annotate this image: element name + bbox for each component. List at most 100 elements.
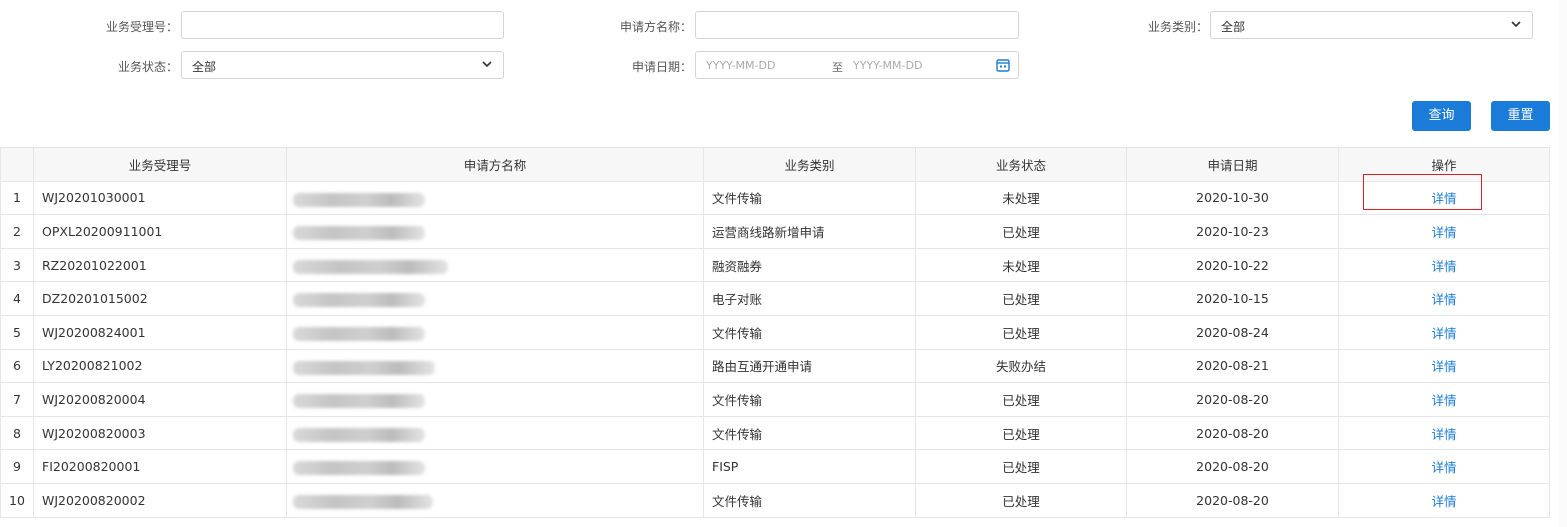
category-label: 业务类别：: [1147, 20, 1208, 34]
applicant-cell-redacted: [286, 482, 704, 518]
applicant-cell-redacted: [286, 214, 704, 249]
accept-no-input[interactable]: [181, 11, 504, 39]
date-range-separator: 至: [832, 61, 843, 74]
header-index: [0, 147, 34, 182]
status-cell: 未处理: [915, 180, 1127, 216]
table-row: 1 WJ20201030001 文件传输 未处理 2020-10-30 详情: [0, 180, 1550, 216]
redacted-blur: [293, 192, 425, 207]
category-cell: 运营商线路新增申请: [703, 214, 916, 249]
table-row: 3 RZ20201022001 融资融券 未处理 2020-10-22 详情: [0, 247, 1550, 283]
detail-link[interactable]: 详情: [1431, 292, 1456, 307]
detail-link[interactable]: 详情: [1431, 427, 1456, 442]
header-status: 业务状态: [915, 147, 1127, 182]
chevron-down-icon: [1511, 21, 1521, 28]
table-row: 5 WJ20200824001 文件传输 已处理 2020-08-24 详情: [0, 314, 1550, 350]
header-date: 申请日期: [1126, 147, 1339, 182]
date-cell: 2020-10-22: [1126, 247, 1339, 283]
date-cell: 2020-10-30: [1126, 180, 1339, 216]
category-cell: 文件传输: [703, 180, 916, 216]
redacted-blur: [293, 360, 435, 375]
query-button[interactable]: 查询: [1412, 101, 1471, 131]
accept-no-cell: FI20200820001: [33, 449, 287, 484]
detail-link[interactable]: 详情: [1431, 494, 1456, 509]
redacted-blur: [293, 494, 433, 509]
accept-no-cell: DZ20201015002: [33, 281, 287, 316]
action-cell: 详情: [1338, 247, 1550, 283]
accept-no-cell: WJ20200820003: [33, 415, 287, 451]
reset-button[interactable]: 重置: [1491, 101, 1550, 131]
table-header-row: 业务受理号 申请方名称 业务类别 业务状态 申请日期 操作: [0, 147, 1550, 182]
action-cell: 详情: [1338, 214, 1550, 249]
accept-no-cell: WJ20200820002: [33, 482, 287, 518]
header-action: 操作: [1338, 147, 1550, 182]
action-cell: 详情: [1338, 449, 1550, 484]
accept-no-label: 业务受理号：: [105, 20, 178, 34]
status-cell: 已处理: [915, 281, 1127, 316]
category-cell: 文件传输: [703, 415, 916, 451]
applicant-cell-redacted: [286, 348, 704, 384]
row-index: 4: [0, 281, 34, 316]
applicant-input[interactable]: [695, 11, 1019, 39]
applicant-cell-redacted: [286, 247, 704, 283]
date-end-input[interactable]: YYYY-MM-DD: [853, 59, 922, 72]
chevron-down-icon: [482, 61, 492, 68]
redacted-blur: [293, 259, 448, 274]
status-cell: 失败办结: [915, 348, 1127, 384]
row-index: 1: [0, 180, 34, 216]
category-cell: 文件传输: [703, 482, 916, 518]
applicant-label: 申请方名称：: [619, 20, 692, 34]
detail-link[interactable]: 详情: [1431, 359, 1456, 374]
date-cell: 2020-08-21: [1126, 348, 1339, 384]
calendar-icon[interactable]: [996, 58, 1010, 72]
table-row: 10 WJ20200820002 文件传输 已处理 2020-08-20 详情: [0, 482, 1550, 518]
date-start-input[interactable]: YYYY-MM-DD: [706, 59, 775, 72]
row-index: 3: [0, 247, 34, 283]
date-cell: 2020-08-20: [1126, 449, 1339, 484]
detail-link[interactable]: 详情: [1431, 191, 1456, 206]
accept-no-cell: LY20200821002: [33, 348, 287, 384]
date-cell: 2020-08-20: [1126, 482, 1339, 518]
header-applicant: 申请方名称: [286, 147, 704, 182]
table-row: 7 WJ20200820004 文件传输 已处理 2020-08-20 详情: [0, 382, 1550, 417]
date-cell: 2020-08-20: [1126, 415, 1339, 451]
detail-link[interactable]: 详情: [1431, 393, 1456, 408]
date-range-picker[interactable]: YYYY-MM-DD 至 YYYY-MM-DD: [695, 51, 1019, 79]
status-cell: 已处理: [915, 449, 1127, 484]
applicant-cell-redacted: [286, 180, 704, 216]
detail-link[interactable]: 详情: [1431, 460, 1456, 475]
redacted-blur: [293, 394, 425, 409]
date-cell: 2020-10-15: [1126, 281, 1339, 316]
action-cell: 详情: [1338, 281, 1550, 316]
applicant-cell-redacted: [286, 281, 704, 316]
row-index: 2: [0, 214, 34, 249]
status-cell: 已处理: [915, 314, 1127, 350]
action-cell: 详情: [1338, 382, 1550, 417]
detail-link[interactable]: 详情: [1431, 326, 1456, 341]
vertical-scrollbar[interactable]: [1559, 0, 1567, 527]
applicant-cell-redacted: [286, 382, 704, 417]
category-cell: FISP: [703, 449, 916, 484]
results-table: 业务受理号 申请方名称 业务类别 业务状态 申请日期 操作 1 WJ202010…: [0, 147, 1550, 518]
category-cell: 文件传输: [703, 314, 916, 350]
row-index: 8: [0, 415, 34, 451]
row-index: 10: [0, 482, 34, 518]
filter-panel: 业务受理号： 申请方名称： 业务类别： 全部 业务状态： 全部 申请日期： YY…: [0, 0, 1567, 148]
category-select[interactable]: 全部: [1210, 11, 1533, 39]
status-cell: 已处理: [915, 415, 1127, 451]
applicant-cell-redacted: [286, 314, 704, 350]
accept-no-cell: RZ20201022001: [33, 247, 287, 283]
date-label: 申请日期：: [631, 60, 692, 74]
row-index: 6: [0, 348, 34, 384]
status-select[interactable]: 全部: [181, 51, 504, 79]
date-cell: 2020-08-24: [1126, 314, 1339, 350]
action-cell: 详情: [1338, 415, 1550, 451]
accept-no-cell: OPXL20200911001: [33, 214, 287, 249]
applicant-cell-redacted: [286, 415, 704, 451]
table-row: 6 LY20200821002 路由互通开通申请 失败办结 2020-08-21…: [0, 348, 1550, 384]
detail-link[interactable]: 详情: [1431, 259, 1456, 274]
action-cell: 详情: [1338, 314, 1550, 350]
detail-link[interactable]: 详情: [1431, 225, 1456, 240]
accept-no-cell: WJ20201030001: [33, 180, 287, 216]
redacted-blur: [293, 427, 425, 442]
row-index: 7: [0, 382, 34, 417]
